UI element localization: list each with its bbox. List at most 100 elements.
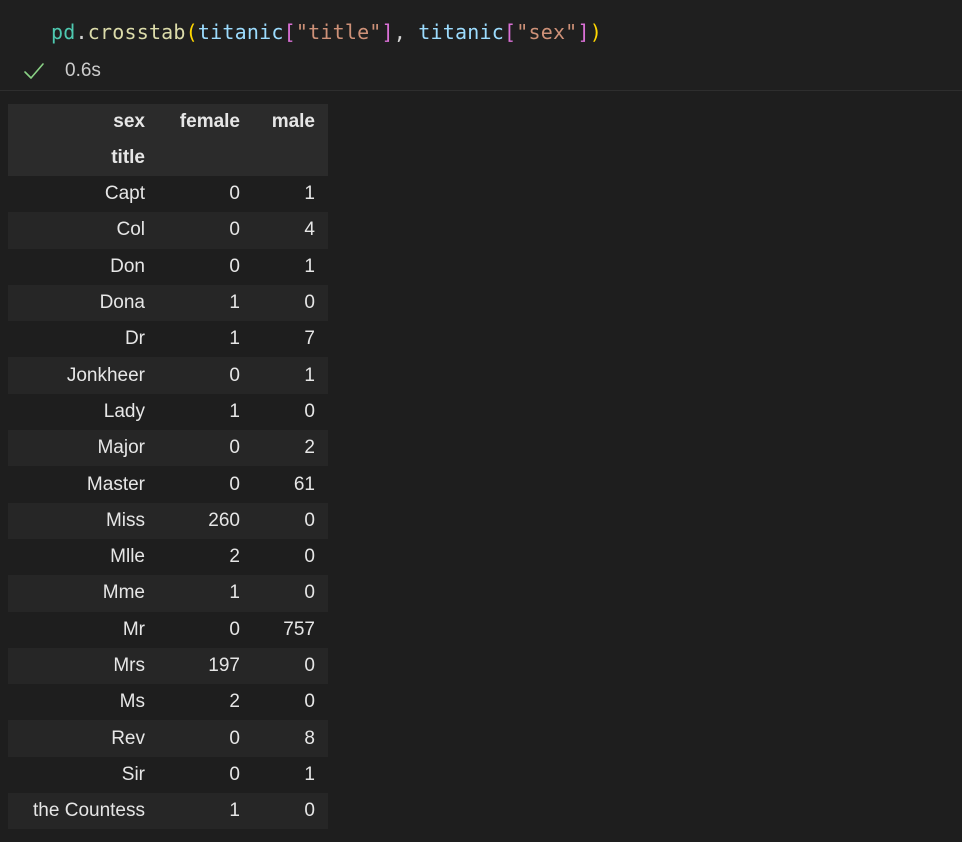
table-row: Miss 260 0 [8, 502, 328, 539]
row-label: Don [110, 255, 145, 277]
code-token: [ [503, 20, 517, 44]
table-cell: 0 [304, 509, 315, 531]
check-icon [24, 63, 44, 79]
table-cell: 757 [283, 618, 315, 640]
code-token: ] [381, 20, 394, 44]
table-cell: 1 [304, 255, 315, 277]
code-token: [ [283, 20, 296, 44]
table-cell: 2 [229, 546, 240, 568]
row-label: Dona [99, 292, 145, 314]
code-token: ] [577, 20, 590, 44]
row-label: Mr [122, 618, 145, 640]
table-cell: 0 [304, 400, 315, 422]
table-cell: 2 [229, 691, 240, 713]
table-row: Mlle 2 0 [8, 538, 328, 576]
table-cell: 0 [229, 473, 240, 495]
row-label: Mme [102, 582, 145, 604]
table-row: Sir 0 1 [8, 756, 328, 794]
table-cell: 0 [229, 618, 240, 640]
table-cell: 0 [229, 255, 240, 277]
row-label: Miss [105, 509, 145, 531]
empty-header-cell [158, 140, 253, 176]
code-token: ) [589, 20, 602, 44]
execution-status: 0.6s [22, 58, 101, 84]
code-token: , [393, 20, 419, 44]
table-cell: 0 [304, 691, 315, 713]
code-token: pd [51, 20, 76, 44]
column-header: female [158, 104, 253, 140]
table-cell: 1 [229, 800, 240, 822]
code-token: titanic [418, 20, 504, 44]
table-row: Mr 0 757 [8, 611, 328, 648]
table-cell: 0 [229, 183, 240, 205]
row-label: Capt [104, 183, 145, 205]
table-row: Major 0 2 [8, 430, 328, 467]
table-cell: 197 [208, 655, 240, 676]
table-row: Dr 1 7 [8, 321, 328, 358]
table-cell: 1 [304, 763, 315, 785]
code-editor-line[interactable]: pd.crosstab(titanic["title"], titanic["s… [51, 19, 602, 45]
table-row: Jonkheer 0 1 [8, 357, 328, 394]
table-cell: 4 [304, 219, 315, 241]
row-label: Sir [121, 763, 145, 785]
code-token: "sex" [516, 20, 578, 44]
table-cell: 2 [304, 437, 315, 459]
row-label: Mrs [113, 655, 145, 676]
code-token: crosstab [87, 20, 186, 44]
table-row: Mme 1 0 [8, 575, 328, 612]
empty-header-cell [253, 140, 328, 176]
table-row: Rev 0 8 [8, 720, 328, 757]
table-row: Lady 1 0 [8, 393, 328, 431]
table-cell: 1 [229, 400, 240, 422]
table-cell: 0 [304, 800, 315, 822]
index-name-row: title [8, 140, 328, 176]
row-label: Jonkheer [66, 364, 145, 386]
crosstab-table: sex female male title Capt 0 1 Col 0 4 Don 0 1 Do… [8, 104, 328, 830]
row-label: Dr [124, 328, 145, 350]
table-row: Capt 0 1 [8, 176, 328, 213]
code-cell[interactable]: pd.crosstab(titanic["title"], titanic["s… [0, 0, 962, 91]
code-token: . [75, 20, 88, 44]
table-cell: 0 [229, 364, 240, 386]
cell-output: sex female male title Capt 0 1 Col 0 4 Don 0 1 Do… [8, 104, 328, 830]
table-cell: 1 [229, 582, 240, 604]
table-row: Ms 2 0 [8, 684, 328, 721]
table-cell: 8 [304, 727, 315, 749]
table-cell: 0 [229, 219, 240, 241]
row-label: Rev [111, 727, 145, 749]
row-label: the Countess [33, 800, 145, 822]
table-cell: 1 [304, 364, 315, 386]
index-name-header: title [8, 140, 158, 176]
table-row: the Countess 1 0 [8, 793, 328, 830]
row-label: Mlle [110, 546, 145, 568]
table-cell: 1 [229, 328, 240, 350]
columns-name-header: sex [8, 104, 158, 140]
table-header-row: sex female male [8, 104, 328, 140]
row-label: Col [116, 219, 145, 241]
table-cell: 0 [304, 546, 315, 568]
table-row: Master 0 61 [8, 466, 328, 503]
execution-time: 0.6s [65, 60, 101, 81]
table-row: Mrs 197 0 [8, 647, 328, 685]
row-label: Master [86, 473, 145, 495]
table-cell: 61 [293, 473, 315, 495]
code-token: titanic [197, 20, 284, 44]
code-token: "title" [295, 20, 382, 44]
table-cell: 260 [208, 509, 240, 531]
table-body: Capt 0 1 Col 0 4 Don 0 1 Dona 1 0 Dr 1 7 Jonkheer 0 1 Lady… [8, 176, 328, 830]
table-cell: 0 [229, 437, 240, 459]
table-row: Col 0 4 [8, 212, 328, 249]
table-row: Don 0 1 [8, 248, 328, 285]
table-cell: 0 [304, 655, 315, 676]
table-cell: 0 [229, 763, 240, 785]
table-row: Dona 1 0 [8, 284, 328, 322]
table-cell: 0 [229, 727, 240, 749]
table-cell: 7 [304, 328, 315, 350]
table-cell: 0 [304, 292, 315, 314]
row-label: Ms [119, 691, 145, 713]
table-cell: 1 [304, 183, 315, 205]
row-label: Lady [103, 400, 145, 422]
table-cell: 1 [229, 292, 240, 314]
row-label: Major [97, 437, 145, 459]
code-token: ( [185, 20, 198, 44]
